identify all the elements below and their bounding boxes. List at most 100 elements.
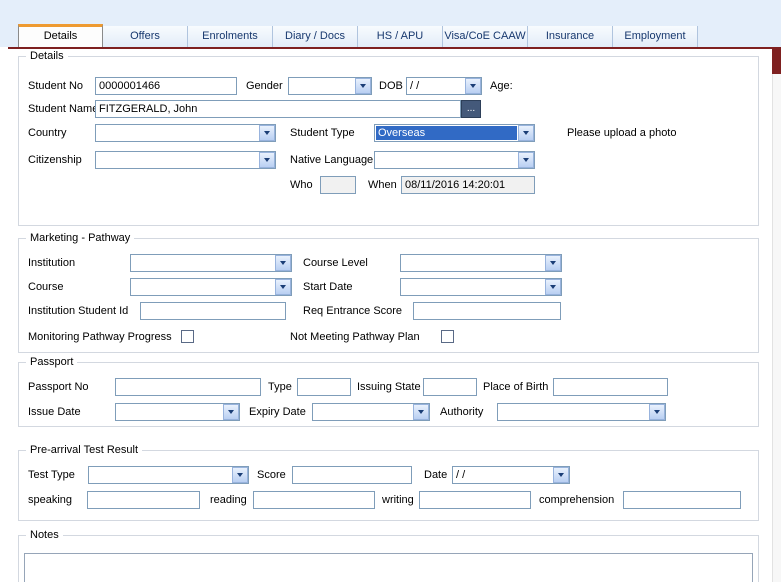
- dropdown-button[interactable]: [232, 467, 248, 483]
- writing-input[interactable]: [419, 491, 531, 509]
- country-label: Country: [28, 127, 67, 139]
- native-language-combobox[interactable]: [374, 151, 535, 169]
- dob-combobox[interactable]: / /: [406, 77, 482, 95]
- student-no-label: Student No: [28, 80, 83, 92]
- tab-bar: Details Offers Enrolments Diary / Docs H…: [18, 26, 698, 47]
- issue-date-label: Issue Date: [28, 406, 81, 418]
- course-level-label: Course Level: [303, 257, 368, 269]
- dropdown-button[interactable]: [553, 467, 569, 483]
- comprehension-label: comprehension: [539, 494, 614, 506]
- dropdown-button[interactable]: [545, 279, 561, 295]
- institution-student-id-input[interactable]: [140, 302, 286, 320]
- chevron-down-icon: [228, 410, 234, 414]
- passport-legend: Passport: [26, 356, 77, 368]
- comprehension-input[interactable]: [623, 491, 741, 509]
- writing-label: writing: [382, 494, 414, 506]
- monitoring-pathway-progress-label: Monitoring Pathway Progress: [28, 331, 172, 343]
- notes-textarea[interactable]: [24, 553, 753, 582]
- chevron-down-icon: [550, 285, 556, 289]
- tab-enrolments[interactable]: Enrolments: [188, 26, 273, 47]
- not-meeting-pathway-plan-label: Not Meeting Pathway Plan: [290, 331, 420, 343]
- issuing-state-input[interactable]: [423, 378, 477, 396]
- chevron-down-icon: [550, 261, 556, 265]
- issue-date-combobox[interactable]: [115, 403, 240, 421]
- dropdown-button[interactable]: [413, 404, 429, 420]
- pre-arrival-group: [18, 450, 759, 521]
- student-no-input[interactable]: [95, 77, 237, 95]
- scrollbar-track[interactable]: [772, 49, 781, 582]
- student-name-browse-button[interactable]: ...: [461, 100, 481, 118]
- who-label: Who: [290, 179, 313, 191]
- dropdown-button[interactable]: [275, 255, 291, 271]
- tab-insurance[interactable]: Insurance: [528, 26, 613, 47]
- issuing-state-label: Issuing State: [357, 381, 421, 393]
- student-type-combobox[interactable]: Overseas: [374, 124, 535, 142]
- when-field: [401, 176, 535, 194]
- not-meeting-pathway-plan-checkbox[interactable]: [441, 330, 454, 343]
- place-of-birth-label: Place of Birth: [483, 381, 548, 393]
- when-label: When: [368, 179, 397, 191]
- chevron-down-icon: [237, 473, 243, 477]
- chevron-down-icon: [470, 84, 476, 88]
- chevron-down-icon: [264, 131, 270, 135]
- tab-employment[interactable]: Employment: [613, 26, 698, 47]
- score-input[interactable]: [292, 466, 412, 484]
- test-date-label: Date: [424, 469, 447, 481]
- course-combobox[interactable]: [130, 278, 292, 296]
- score-label: Score: [257, 469, 286, 481]
- expiry-date-combobox[interactable]: [312, 403, 430, 421]
- tab-visa-coe-caaw[interactable]: Visa/CoE CAAW: [443, 26, 528, 47]
- dropdown-button[interactable]: [518, 152, 534, 168]
- req-entrance-score-input[interactable]: [413, 302, 561, 320]
- tab-offers[interactable]: Offers: [103, 26, 188, 47]
- dropdown-button[interactable]: [223, 404, 239, 420]
- expiry-date-label: Expiry Date: [249, 406, 306, 418]
- gender-combobox[interactable]: [288, 77, 372, 95]
- speaking-input[interactable]: [87, 491, 200, 509]
- citizenship-combobox[interactable]: [95, 151, 276, 169]
- student-type-value: Overseas: [376, 126, 517, 140]
- dob-label: DOB: [379, 80, 403, 92]
- country-combobox[interactable]: [95, 124, 276, 142]
- student-details-window: Details Offers Enrolments Diary / Docs H…: [0, 0, 781, 582]
- dropdown-button[interactable]: [518, 125, 534, 141]
- test-date-combobox[interactable]: / /: [452, 466, 570, 484]
- dropdown-button[interactable]: [259, 152, 275, 168]
- chevron-down-icon: [523, 131, 529, 135]
- chevron-down-icon: [558, 473, 564, 477]
- dob-value: / /: [410, 80, 463, 92]
- test-type-combobox[interactable]: [88, 466, 249, 484]
- start-date-combobox[interactable]: [400, 278, 562, 296]
- tab-bar-underline: [8, 47, 781, 49]
- student-name-label: Student Name: [28, 103, 98, 115]
- dropdown-button[interactable]: [355, 78, 371, 94]
- dropdown-button[interactable]: [275, 279, 291, 295]
- reading-input[interactable]: [253, 491, 375, 509]
- course-label: Course: [28, 281, 63, 293]
- student-name-input[interactable]: [95, 100, 461, 118]
- passport-type-input[interactable]: [297, 378, 351, 396]
- dropdown-button[interactable]: [259, 125, 275, 141]
- chevron-down-icon: [360, 84, 366, 88]
- dropdown-button[interactable]: [465, 78, 481, 94]
- institution-student-id-label: Institution Student Id: [28, 305, 128, 317]
- institution-combobox[interactable]: [130, 254, 292, 272]
- dropdown-button[interactable]: [545, 255, 561, 271]
- authority-combobox[interactable]: [497, 403, 666, 421]
- scrollbar-thumb[interactable]: [772, 49, 781, 74]
- who-field: [320, 176, 356, 194]
- course-level-combobox[interactable]: [400, 254, 562, 272]
- tab-diary-docs[interactable]: Diary / Docs: [273, 26, 358, 47]
- dropdown-button[interactable]: [649, 404, 665, 420]
- native-language-label: Native Language: [290, 154, 373, 166]
- test-type-label: Test Type: [28, 469, 75, 481]
- place-of-birth-input[interactable]: [553, 378, 668, 396]
- chevron-down-icon: [654, 410, 660, 414]
- marketing-pathway-legend: Marketing - Pathway: [26, 232, 134, 244]
- monitoring-pathway-progress-checkbox[interactable]: [181, 330, 194, 343]
- tab-details[interactable]: Details: [18, 24, 103, 47]
- tab-hs-apu[interactable]: HS / APU: [358, 26, 443, 47]
- test-date-value: / /: [456, 469, 551, 481]
- chevron-down-icon: [280, 261, 286, 265]
- passport-no-input[interactable]: [115, 378, 261, 396]
